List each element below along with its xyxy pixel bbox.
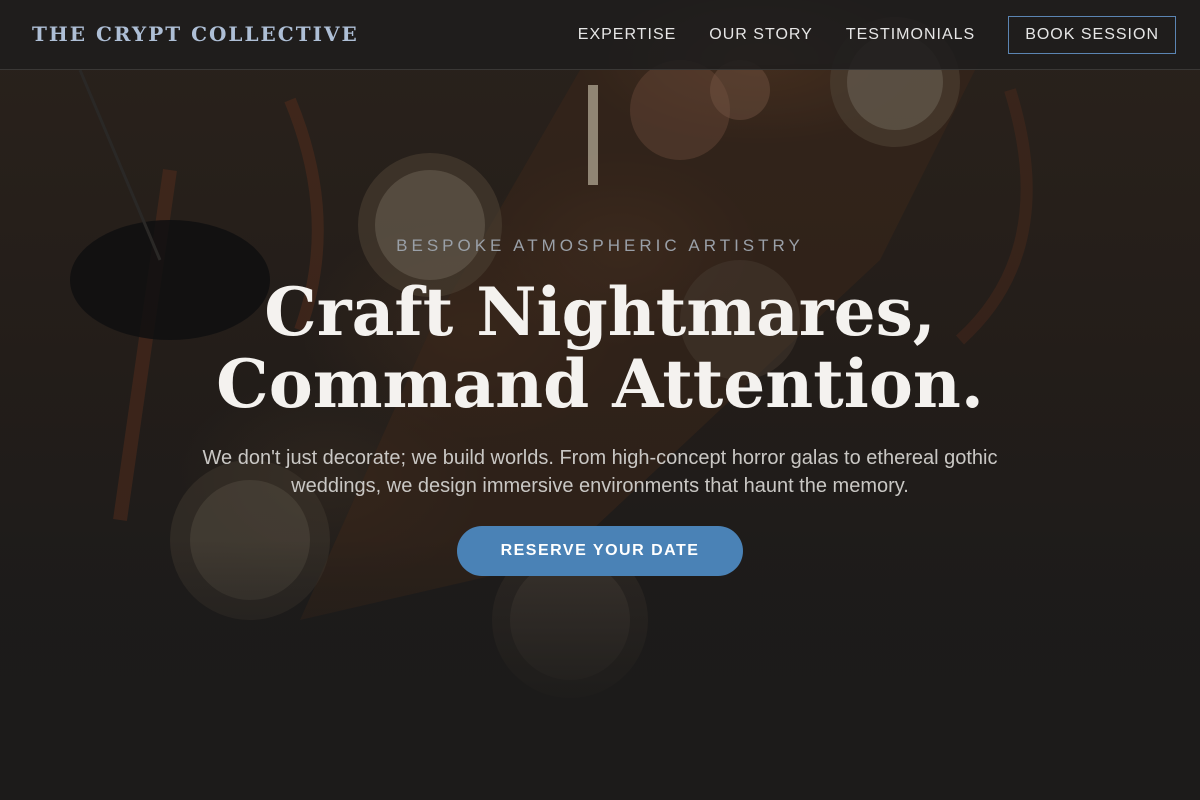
nav-link-expertise[interactable]: EXPERTISE [578, 16, 677, 54]
reserve-date-button[interactable]: RESERVE YOUR DATE [457, 526, 743, 576]
top-navbar: THE CRYPT COLLECTIVE EXPERTISE OUR STORY… [0, 0, 1200, 70]
nav-link-our-story[interactable]: OUR STORY [709, 16, 813, 54]
book-session-button[interactable]: BOOK SESSION [1008, 16, 1176, 54]
headline-line-2: Command Attention. [216, 345, 984, 423]
nav-links: EXPERTISE OUR STORY TESTIMONIALS BOOK SE… [578, 16, 1176, 54]
nav-link-testimonials[interactable]: TESTIMONIALS [846, 16, 975, 54]
landing-page: THE CRYPT COLLECTIVE EXPERTISE OUR STORY… [0, 0, 1200, 800]
hero-headline: Craft Nightmares, Command Attention. [0, 276, 1200, 420]
hero-gradient-overlay [0, 540, 1200, 800]
headline-line-1: Craft Nightmares, [264, 273, 936, 351]
hero-eyebrow: BESPOKE ATMOSPHERIC ARTISTRY [396, 236, 804, 255]
brand-logo[interactable]: THE CRYPT COLLECTIVE [32, 22, 359, 46]
hero-subtext: We don't just decorate; we build worlds.… [202, 447, 998, 497]
